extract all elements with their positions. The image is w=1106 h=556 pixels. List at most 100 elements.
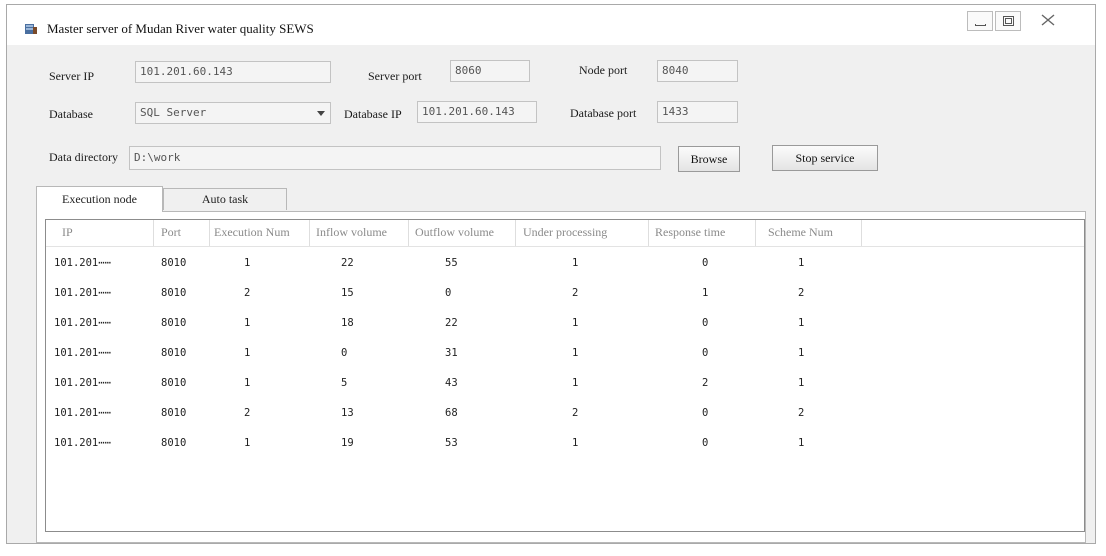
table-header: IP Port Execution Num Inflow volume Outf… <box>46 220 1084 247</box>
table-cell: 1 <box>798 317 805 329</box>
maximize-button[interactable] <box>995 11 1021 31</box>
close-icon <box>1041 14 1055 26</box>
database-ip-label: Database IP <box>344 107 402 121</box>
table-cell: 8010 <box>161 317 187 329</box>
column-header-outflow-volume[interactable]: Outflow volume <box>409 220 516 246</box>
table-cell: 1 <box>244 317 251 329</box>
minimize-button[interactable] <box>967 11 993 31</box>
table-cell: 2 <box>572 287 579 299</box>
table-cell: 101.201⋯⋯ <box>54 347 111 359</box>
stop-service-button[interactable]: Stop service <box>772 145 878 171</box>
table-cell: 101.201⋯⋯ <box>54 407 111 419</box>
server-ip-field[interactable]: 101.201.60.143 <box>135 61 331 83</box>
table-cell: 0 <box>341 347 348 359</box>
table-cell: 1 <box>702 287 709 299</box>
table-cell: 1 <box>244 377 251 389</box>
column-header-execution-num[interactable]: Execution Num <box>210 220 310 246</box>
table-cell: 8010 <box>161 437 187 449</box>
table-cell: 31 <box>445 347 458 359</box>
table-cell: 43 <box>445 377 458 389</box>
database-select[interactable]: SQL Server <box>135 102 331 124</box>
maximize-icon-inner <box>1005 18 1012 24</box>
table-cell: 1 <box>244 437 251 449</box>
server-ip-label: Server IP <box>49 69 94 83</box>
table-cell: 0 <box>445 287 452 299</box>
tab-execution-node[interactable]: Execution node <box>36 186 163 212</box>
table-cell: 1 <box>244 347 251 359</box>
table-cell: 8010 <box>161 287 187 299</box>
title-bar: Master server of Mudan River water quali… <box>7 5 1095 45</box>
database-label: Database <box>49 107 93 121</box>
table-cell: 2 <box>798 407 805 419</box>
table-cell: 1 <box>798 257 805 269</box>
column-header-port[interactable]: Port <box>154 220 210 246</box>
server-port-label: Server port <box>368 69 422 83</box>
minimize-icon <box>975 24 986 26</box>
table-row[interactable]: 101.201⋯⋯ 8010 1 18 22 1 0 1 <box>46 308 1084 338</box>
table-cell: 0 <box>702 257 709 269</box>
node-port-field[interactable]: 8040 <box>657 60 738 82</box>
table-cell: 2 <box>798 287 805 299</box>
table-row[interactable]: 101.201⋯⋯ 8010 2 13 68 2 0 2 <box>46 398 1084 428</box>
browse-button[interactable]: Browse <box>678 146 740 172</box>
table-cell: 1 <box>244 257 251 269</box>
table-cell: 0 <box>702 437 709 449</box>
table-cell: 5 <box>341 377 348 389</box>
table-cell: 1 <box>798 377 805 389</box>
database-port-label: Database port <box>570 106 637 120</box>
table-cell: 2 <box>702 377 709 389</box>
table-cell: 68 <box>445 407 458 419</box>
table-cell: 2 <box>244 287 251 299</box>
table-cell: 1 <box>572 377 579 389</box>
table-row[interactable]: 101.201⋯⋯ 8010 1 22 55 1 0 1 <box>46 248 1084 278</box>
column-header-inflow-volume[interactable]: Inflow volume <box>310 220 409 246</box>
table-cell: 101.201⋯⋯ <box>54 377 111 389</box>
table-cell: 19 <box>341 437 354 449</box>
column-header-under-processing[interactable]: Under processing <box>516 220 649 246</box>
table-row[interactable]: 101.201⋯⋯ 8010 1 19 53 1 0 1 <box>46 428 1084 458</box>
column-header-ip[interactable]: IP <box>46 220 154 246</box>
table-cell: 0 <box>702 317 709 329</box>
database-ip-field[interactable]: 101.201.60.143 <box>417 101 537 123</box>
table-cell: 101.201⋯⋯ <box>54 287 111 299</box>
table-cell: 0 <box>702 407 709 419</box>
table-cell: 1 <box>572 437 579 449</box>
table-cell: 1 <box>572 317 579 329</box>
table-cell: 22 <box>341 257 354 269</box>
close-button[interactable] <box>1023 11 1069 31</box>
table-cell: 8010 <box>161 257 187 269</box>
chevron-down-icon <box>317 111 325 116</box>
table-cell: 2 <box>244 407 251 419</box>
column-header-scheme-num[interactable]: Scheme Num <box>756 220 862 246</box>
data-directory-field[interactable]: D:\work <box>129 146 661 170</box>
main-window: Master server of Mudan River water quali… <box>6 4 1096 544</box>
table-cell: 22 <box>445 317 458 329</box>
table-cell: 2 <box>572 407 579 419</box>
database-select-value: SQL Server <box>140 106 207 119</box>
window-title: Master server of Mudan River water quali… <box>47 21 314 36</box>
table-cell: 15 <box>341 287 354 299</box>
table-row[interactable]: 101.201⋯⋯ 8010 1 0 31 1 0 1 <box>46 338 1084 368</box>
table-cell: 8010 <box>161 377 187 389</box>
database-port-field[interactable]: 1433 <box>657 101 738 123</box>
server-port-field[interactable]: 8060 <box>450 60 530 82</box>
table-cell: 101.201⋯⋯ <box>54 257 111 269</box>
table-cell: 8010 <box>161 407 187 419</box>
table-cell: 55 <box>445 257 458 269</box>
tab-auto-task[interactable]: Auto task <box>163 188 287 210</box>
node-port-label: Node port <box>579 63 628 77</box>
execution-node-panel: IP Port Execution Num Inflow volume Outf… <box>36 211 1086 543</box>
table-cell: 18 <box>341 317 354 329</box>
table-row[interactable]: 101.201⋯⋯ 8010 2 15 0 2 1 2 <box>46 278 1084 308</box>
table-cell: 1 <box>572 347 579 359</box>
table-cell: 53 <box>445 437 458 449</box>
database-server-icon <box>25 24 37 34</box>
table-cell: 0 <box>702 347 709 359</box>
table-cell: 13 <box>341 407 354 419</box>
table-cell: 1 <box>572 257 579 269</box>
table-cell: 1 <box>798 347 805 359</box>
table-row[interactable]: 101.201⋯⋯ 8010 1 5 43 1 2 1 <box>46 368 1084 398</box>
table-cell: 101.201⋯⋯ <box>54 317 111 329</box>
column-header-response-time[interactable]: Response time <box>649 220 756 246</box>
table-cell: 101.201⋯⋯ <box>54 437 111 449</box>
